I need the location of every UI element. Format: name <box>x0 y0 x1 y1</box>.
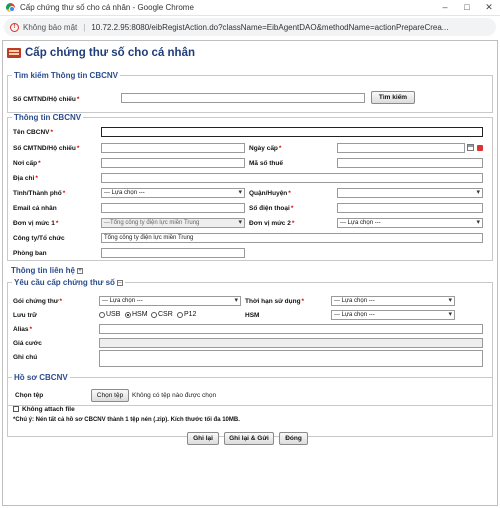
email-input[interactable] <box>101 203 245 213</box>
search-button[interactable]: Tìm kiếm <box>371 91 415 104</box>
expand-icon[interactable]: + <box>77 267 83 274</box>
province-select[interactable]: --- Lựa chọn --- <box>101 188 245 198</box>
note-textarea[interactable] <box>99 350 483 367</box>
unit1-label: Đơn vị mức 1* <box>13 220 59 227</box>
no-attach-checkbox[interactable] <box>13 406 19 412</box>
address-separator: | <box>83 22 86 32</box>
staff-section-title: Thông tin CBCNV <box>14 113 82 122</box>
hsm-select[interactable]: --- Lựa chọn --- <box>331 310 455 320</box>
search-section: Tìm kiếm Thông tin CBCNV <box>7 71 493 113</box>
price-input <box>99 338 483 348</box>
staff-name-label: Tên CBCNV* <box>13 129 54 136</box>
company-input[interactable]: Tổng công ty điện lực miền Trung <box>101 233 483 243</box>
staff-id-input[interactable] <box>101 143 245 153</box>
unit1-select[interactable]: ---Tổng công ty điện lực miền Trung <box>101 218 245 228</box>
staff-id-label: Số CMTND/Hộ chiếu* <box>13 145 80 152</box>
search-id-label: Số CMTND/Hộ chiếu* <box>13 96 80 103</box>
department-input[interactable] <box>101 248 245 258</box>
file-label: Chọn tệp <box>15 392 44 399</box>
close-button[interactable]: Đóng <box>279 432 308 445</box>
tax-code-label: Mã số thuế <box>249 160 283 167</box>
note-label: Ghi chú <box>13 354 38 361</box>
province-label: Tỉnh/Thành phố* <box>13 190 66 197</box>
term-label: Thời hạn sử dụng* <box>245 298 305 305</box>
profile-section-title: Hồ sơ CBCNV <box>14 373 68 382</box>
storage-csr-radio[interactable] <box>151 312 157 318</box>
issue-date-input[interactable] <box>337 143 465 153</box>
district-select[interactable] <box>337 188 483 198</box>
security-label[interactable]: Không bảo mật <box>23 23 77 32</box>
request-section-title[interactable]: Yêu cầu cấp chứng thư số – <box>12 278 125 287</box>
issue-place-label: Nơi cấp* <box>13 160 41 167</box>
profile-section: Hồ sơ CBCNV <box>7 373 493 437</box>
calendar-icon[interactable] <box>467 144 474 151</box>
storage-usb-label[interactable]: USB <box>106 311 120 318</box>
window-controls: – □ ✕ <box>434 2 500 13</box>
issue-date-label: Ngày cấp* <box>249 145 282 152</box>
storage-hsm-label[interactable]: HSM <box>132 311 148 318</box>
not-secure-icon[interactable]: ! <box>10 22 19 32</box>
address-bar[interactable]: ! Không bảo mật | 10.72.2.95:8080/eibReg… <box>4 18 496 36</box>
storage-p12-radio[interactable] <box>177 312 183 318</box>
unit2-select[interactable]: --- Lựa chọn --- <box>337 218 483 228</box>
price-label: Giá cước <box>13 340 42 347</box>
issue-place-input[interactable] <box>101 158 245 168</box>
email-label: Email cá nhân <box>13 205 57 212</box>
search-id-input[interactable] <box>121 93 365 103</box>
contact-section-title[interactable]: Thông tin liên hệ + <box>11 266 83 275</box>
term-select[interactable]: --- Lựa chọn --- <box>331 296 455 306</box>
search-section-title: Tìm kiếm Thông tin CBCNV <box>14 71 118 80</box>
address-input[interactable] <box>101 173 483 183</box>
staff-name-input[interactable] <box>101 127 483 137</box>
chrome-icon <box>6 3 15 12</box>
phone-label: Số điện thoại* <box>249 205 294 212</box>
company-label: Công ty/Tổ chức <box>13 235 65 242</box>
collapse-icon[interactable]: – <box>116 279 123 286</box>
no-attach-label[interactable]: Không attach file <box>22 406 75 413</box>
tax-code-input[interactable] <box>337 158 483 168</box>
storage-hsm-radio[interactable] <box>125 312 131 318</box>
minimize-button[interactable]: – <box>434 2 456 13</box>
alias-input[interactable] <box>99 324 483 334</box>
window-title: Cấp chứng thư số cho cá nhân - Google Ch… <box>20 3 194 12</box>
attachment-note: *Chú ý: Nén tất cả hồ sơ CBCNV thành 1 t… <box>13 417 240 423</box>
save-button[interactable]: Ghi lại <box>187 432 219 445</box>
window-titlebar: Cấp chứng thư số cho cá nhân - Google Ch… <box>0 0 500 16</box>
page-title: Cấp chứng thư số cho cá nhân <box>25 47 196 59</box>
close-window-button[interactable]: ✕ <box>478 2 500 13</box>
maximize-button[interactable]: □ <box>456 2 478 13</box>
storage-usb-radio[interactable] <box>99 312 105 318</box>
alias-label: Alias* <box>13 326 33 333</box>
address-label: Địa chỉ* <box>13 175 38 182</box>
file-status: Không có tệp nào được chọn <box>132 392 217 399</box>
phone-input[interactable] <box>337 203 483 213</box>
district-label: Quận/Huyện* <box>249 190 291 197</box>
department-label: Phòng ban <box>13 250 47 257</box>
save-send-button[interactable]: Ghi lại & Gửi <box>224 432 274 445</box>
certificate-icon <box>7 48 21 58</box>
storage-label: Lưu trữ <box>13 312 37 319</box>
unit2-label: Đơn vị mức 2* <box>249 220 295 227</box>
hsm-label: HSM <box>245 312 260 319</box>
page-content: Cấp chứng thư số cho cá nhân Tìm kiếm Th… <box>2 40 498 506</box>
storage-csr-label[interactable]: CSR <box>158 311 173 318</box>
url-text[interactable]: 10.72.2.95:8080/eibRegistAction.do?class… <box>91 23 448 32</box>
storage-p12-label[interactable]: P12 <box>184 311 196 318</box>
package-select[interactable]: --- Lựa chọn --- <box>99 296 241 306</box>
clear-date-icon[interactable] <box>477 145 483 151</box>
page-header: Cấp chứng thư số cho cá nhân <box>7 47 195 59</box>
choose-file-button[interactable]: Chọn tệp <box>91 389 129 402</box>
package-label: Gói chứng thư* <box>13 298 63 305</box>
